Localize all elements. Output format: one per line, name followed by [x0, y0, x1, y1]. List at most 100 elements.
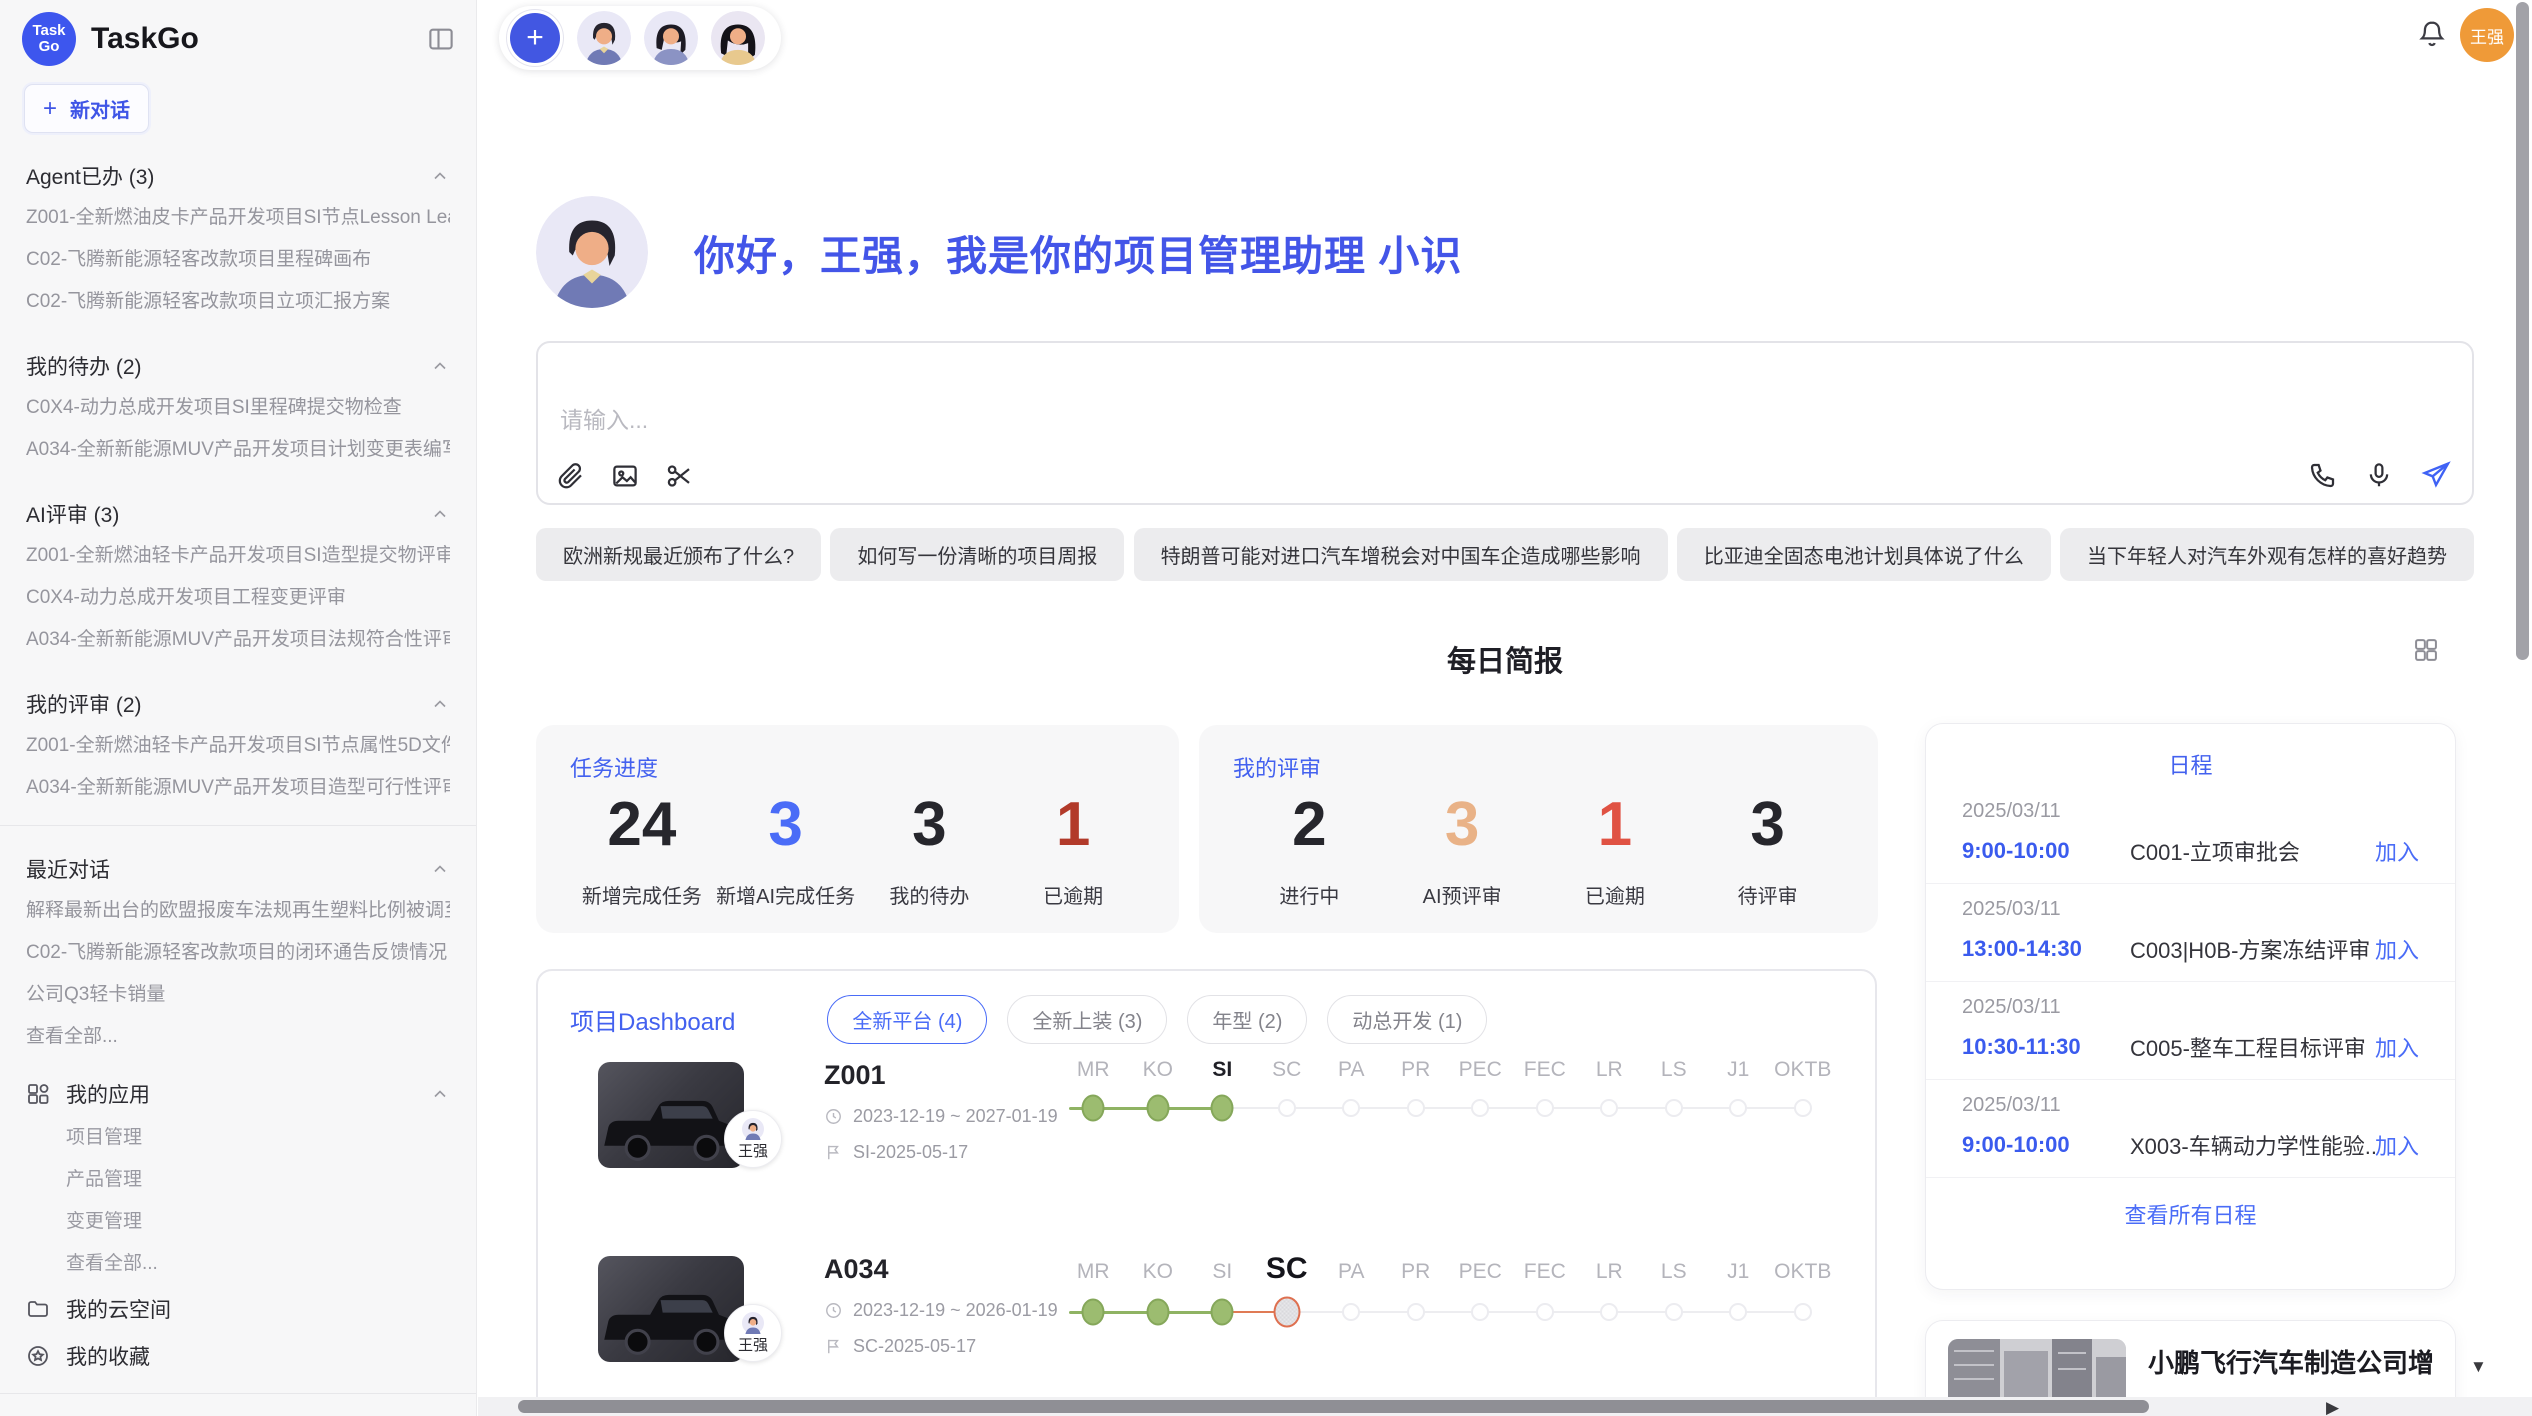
- sidebar-item[interactable]: C02-飞腾新能源轻客改款项目里程碑画布: [26, 239, 450, 281]
- chat-input-placeholder: 请输入...: [560, 401, 648, 435]
- section-my-review[interactable]: 我的评审 (2): [26, 683, 450, 725]
- sidebar-item-cloud-space[interactable]: 我的云空间: [26, 1285, 450, 1332]
- suggestion-chip[interactable]: 如何写一份清晰的项目周报: [830, 528, 1124, 581]
- task-progress-card: 任务进度 24 新增完成任务 3 新增AI完成任务 3 我的待办 1 已逾期: [536, 725, 1179, 933]
- section-my-todo[interactable]: 我的待办 (2): [26, 345, 450, 387]
- section-ai-review[interactable]: AI评审 (3): [26, 493, 450, 535]
- owner-name: 王强: [738, 1334, 768, 1355]
- scroll-right-arrow[interactable]: ▶: [2326, 1399, 2339, 1416]
- sidebar-item[interactable]: 公司Q3轻卡销量: [26, 974, 450, 1016]
- sidebar-item[interactable]: A034-全新新能源MUV产品开发项目计划变更表编写: [26, 429, 450, 471]
- view-all-schedule-link[interactable]: 查看所有日程: [1926, 1178, 2455, 1250]
- divider: [0, 825, 476, 826]
- greeting-text: 你好，王强，我是你的项目管理助理 小识: [694, 222, 1462, 282]
- stat-value: 1: [1001, 785, 1145, 866]
- agent-avatar-1[interactable]: [577, 11, 631, 65]
- suggestion-chip[interactable]: 特朗普可能对进口汽车增税会对中国车企造成哪些影响: [1134, 528, 1668, 581]
- milestone-dot-future: [1536, 1303, 1554, 1321]
- briefing-stats: 任务进度 24 新增完成任务 3 新增AI完成任务 3 我的待办 1 已逾期: [536, 725, 1878, 933]
- flag-icon: [824, 1337, 843, 1356]
- sidebar-item-change-mgmt[interactable]: 变更管理: [26, 1201, 450, 1243]
- stat-review-overdue: 1 已逾期: [1539, 785, 1692, 909]
- project-info: A034 2023-12-19 ~ 2026-01-19 SC-2025-05-…: [824, 1254, 1058, 1357]
- sidebar-item[interactable]: C0X4-动力总成开发项目SI里程碑提交物检查: [26, 387, 450, 429]
- milestone-timeline: MR KO SI SC PA PR PEC FEC LR LS J1 OKTB: [1061, 1252, 1835, 1336]
- scissors-icon[interactable]: [664, 461, 694, 491]
- section-recent-chats[interactable]: 最近对话: [26, 848, 450, 890]
- add-agent-button[interactable]: +: [506, 9, 564, 67]
- dashboard-tabs: 全新平台 (4) 全新上装 (3) 年型 (2) 动总开发 (1): [827, 995, 1487, 1044]
- schedule-entry: 2025/03/11 9:00-10:00 X003-车辆动力学性能验... 加…: [1926, 1080, 2455, 1178]
- suggestion-chip[interactable]: 当下年轻人对汽车外观有怎样的喜好趋势: [2060, 528, 2474, 581]
- agent-avatar-3[interactable]: [711, 11, 765, 65]
- sidebar-item[interactable]: C02-飞腾新能源轻客改款项目的闭环通告反馈情况: [26, 932, 450, 974]
- attachment-icon[interactable]: [556, 461, 586, 491]
- horizontal-scrollbar[interactable]: [478, 1397, 2532, 1416]
- milestone-labels: MR KO SI SC PA PR PEC FEC LR LS J1 OKTB: [1061, 1252, 1835, 1286]
- tab-year-model[interactable]: 年型 (2): [1187, 995, 1307, 1044]
- milestone-track: [1061, 1288, 1835, 1336]
- project-row-a034[interactable]: 王强 A034 2023-12-19 ~ 2026-01-19 SC-2025-…: [598, 1246, 1845, 1416]
- sidebar-item[interactable]: Z001-全新燃油皮卡产品开发项目SI节点Lesson Learn报告: [26, 197, 450, 239]
- section-agent-done[interactable]: Agent已办 (3): [26, 155, 450, 197]
- agent-avatar-2[interactable]: [644, 11, 698, 65]
- stat-value: 1: [1539, 785, 1692, 866]
- milestone-track: [1061, 1084, 1835, 1132]
- tab-new-body[interactable]: 全新上装 (3): [1007, 995, 1167, 1044]
- sidebar-item-product-mgmt[interactable]: 产品管理: [26, 1159, 450, 1201]
- suggestion-chip[interactable]: 比亚迪全固态电池计划具体说了什么: [1677, 528, 2051, 581]
- vertical-scrollbar[interactable]: [2516, 0, 2530, 1396]
- chevron-up-icon: [430, 1084, 450, 1104]
- phone-icon[interactable]: [2308, 460, 2338, 490]
- microphone-icon[interactable]: [2364, 460, 2394, 490]
- stat-pending-review: 3 待评审: [1691, 785, 1844, 909]
- join-meeting-link[interactable]: 加入: [2375, 835, 2419, 867]
- milestone-dot-future: [1278, 1099, 1296, 1117]
- join-meeting-link[interactable]: 加入: [2375, 1031, 2419, 1063]
- sidebar-item-ai-staff[interactable]: AI超级员工: [26, 1404, 450, 1416]
- sidebar-item[interactable]: A034-全新新能源MUV产品开发项目法规符合性评审: [26, 619, 450, 661]
- image-icon[interactable]: [610, 461, 640, 491]
- suggestion-chip[interactable]: 欧洲新规最近颁布了什么?: [536, 528, 821, 581]
- send-icon[interactable]: [2420, 459, 2452, 491]
- section-title: Agent已办 (3): [26, 161, 154, 191]
- sidebar-item-apps-view-all[interactable]: 查看全部...: [26, 1243, 450, 1285]
- tab-new-platform[interactable]: 全新平台 (4): [827, 995, 987, 1044]
- stat-ai-prereview: 3 AI预评审: [1386, 785, 1539, 909]
- stat-my-todo: 3 我的待办: [858, 785, 1002, 909]
- project-row-z001[interactable]: 王强 Z001 2023-12-19 ~ 2027-01-19 SI-2025-…: [598, 1052, 1845, 1246]
- logo-line1: Task: [32, 23, 65, 39]
- sidebar-item[interactable]: A034-全新新能源MUV产品开发项目造型可行性评审: [26, 767, 450, 809]
- sidebar-item[interactable]: 解释最新出台的欧盟报废车法规再生塑料比例被调至15%...: [26, 890, 450, 932]
- join-meeting-link[interactable]: 加入: [2375, 1129, 2419, 1161]
- new-chat-button[interactable]: + 新对话: [24, 84, 149, 133]
- collapse-sidebar-icon[interactable]: [426, 24, 456, 54]
- join-meeting-link[interactable]: 加入: [2375, 933, 2419, 965]
- sidebar-item-my-apps[interactable]: 我的应用: [26, 1070, 450, 1117]
- project-dates: 2023-12-19 ~ 2027-01-19: [824, 1106, 1058, 1127]
- sidebar-item[interactable]: Z001-全新燃油轻卡产品开发项目SI节点属性5D文件评审: [26, 725, 450, 767]
- schedule-date: 2025/03/11: [1962, 898, 2419, 921]
- milestone-dot-future: [1471, 1303, 1489, 1321]
- stat-overdue: 1 已逾期: [1001, 785, 1145, 909]
- sidebar-item[interactable]: C02-飞腾新能源轻客改款项目立项汇报方案: [26, 281, 450, 323]
- chat-input-card[interactable]: 请输入...: [536, 341, 2474, 505]
- sidebar-scroll: Agent已办 (3) Z001-全新燃油皮卡产品开发项目SI节点Lesson …: [0, 155, 476, 1416]
- horizontal-scrollbar-thumb[interactable]: [518, 1400, 2149, 1413]
- plus-icon: +: [43, 97, 57, 121]
- scroll-down-arrow[interactable]: ▼: [2470, 1358, 2487, 1375]
- sidebar-item[interactable]: C0X4-动力总成开发项目工程变更评审: [26, 577, 450, 619]
- project-vehicle-image: [598, 1062, 744, 1168]
- notifications-bell-icon[interactable]: [2416, 18, 2448, 50]
- sidebar-item-project-mgmt[interactable]: 项目管理: [26, 1117, 450, 1159]
- milestone-dot-future: [1665, 1099, 1683, 1117]
- sidebar-item[interactable]: Z001-全新燃油轻卡产品开发项目SI造型提交物评审: [26, 535, 450, 577]
- vertical-scrollbar-thumb[interactable]: [2516, 2, 2529, 660]
- project-flag: SI-2025-05-17: [824, 1142, 1058, 1163]
- tab-powertrain[interactable]: 动总开发 (1): [1327, 995, 1487, 1044]
- user-avatar[interactable]: 王强: [2460, 8, 2514, 62]
- sidebar-item-view-all[interactable]: 查看全部...: [26, 1016, 450, 1058]
- project-name: Z001: [824, 1060, 1058, 1091]
- briefing-layout-icon[interactable]: [2412, 636, 2440, 664]
- sidebar-item-favorites[interactable]: 我的收藏: [26, 1332, 450, 1379]
